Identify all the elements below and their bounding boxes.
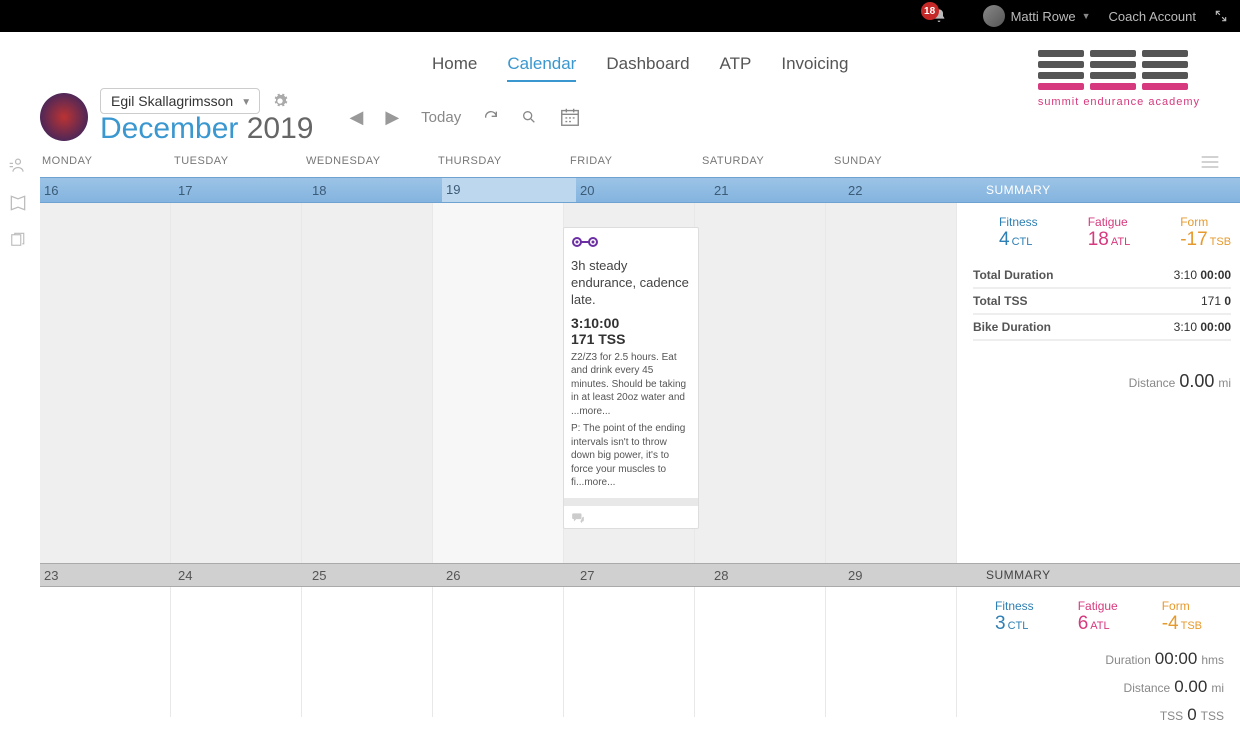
fatigue-metric: Fatigue 6ATL — [1078, 599, 1118, 635]
library-icon[interactable] — [8, 193, 28, 213]
day-cell[interactable] — [695, 587, 826, 717]
fitness-metric: Fitness 4CTL — [999, 215, 1038, 251]
day-cell[interactable] — [433, 587, 564, 717]
workout-progress-bar — [564, 498, 698, 506]
menu-icon[interactable] — [1200, 155, 1220, 169]
day-num[interactable]: 27 — [576, 568, 710, 583]
workout-desc-1: Z2/Z3 for 2.5 hours. Eat and drink every… — [571, 351, 691, 419]
form-metric: Form -4TSB — [1162, 599, 1202, 635]
week-1-body: Fitness 4CTL Fatigue 18ATL Form -17TSB T… — [40, 203, 1240, 563]
week-row-1-header: 16 17 18 19 20 21 22 SUMMARY — [40, 177, 1240, 203]
athlete-avatar[interactable] — [40, 93, 88, 141]
tss-line: TSS0TSS — [973, 701, 1224, 729]
total-duration-line: Total Duration3:10 00:00 — [973, 263, 1231, 289]
left-sidebar — [0, 155, 36, 251]
day-cell[interactable] — [826, 203, 957, 563]
day-header: TUESDAY — [172, 155, 304, 177]
athlete-select[interactable]: Egil Skallagrimsson ▼ — [100, 88, 260, 114]
day-cell[interactable] — [695, 203, 826, 563]
day-header-row: MONDAY TUESDAY WEDNESDAY THURSDAY FRIDAY… — [40, 155, 1240, 177]
day-num[interactable]: 29 — [844, 568, 978, 583]
tab-dashboard[interactable]: Dashboard — [606, 54, 689, 82]
workout-title: 3h steady endurance, cadence late. — [571, 258, 691, 309]
day-cell[interactable] — [826, 587, 957, 717]
week-2-body: Fitness 3CTL Fatigue 6ATL Form -4TSB Dur… — [40, 587, 1240, 717]
duration-line: Duration00:00hms — [973, 645, 1224, 673]
athlete-name: Egil Skallagrimsson — [111, 93, 233, 109]
next-icon[interactable]: ▶ — [385, 107, 399, 128]
day-num[interactable]: 23 — [40, 568, 174, 583]
calendar-icon[interactable] — [559, 106, 581, 128]
week-summary-panel: Fitness 4CTL Fatigue 18ATL Form -17TSB T… — [957, 203, 1240, 563]
workout-tss: 171 TSS — [571, 331, 691, 347]
week-summary-label: SUMMARY — [978, 568, 1240, 582]
day-cell[interactable] — [302, 587, 433, 717]
week-summary-panel: Fitness 3CTL Fatigue 6ATL Form -4TSB Dur… — [957, 587, 1240, 717]
month-title: December 2019 — [100, 112, 313, 146]
tab-invoicing[interactable]: Invoicing — [781, 54, 848, 82]
tab-atp[interactable]: ATP — [720, 54, 752, 82]
calendar-header: Egil Skallagrimsson ▼ December 2019 ◀ ▶ … — [0, 88, 1240, 146]
distance-line: Distance0.00mi — [973, 371, 1231, 392]
notification-bell[interactable]: 18 — [931, 8, 947, 24]
day-cell[interactable] — [40, 203, 171, 563]
gear-icon[interactable] — [270, 91, 290, 111]
athletes-icon[interactable] — [8, 155, 28, 175]
tab-home[interactable]: Home — [432, 54, 477, 82]
tab-calendar[interactable]: Calendar — [507, 54, 576, 82]
day-cell[interactable] — [564, 587, 695, 717]
notification-badge: 18 — [921, 2, 939, 20]
day-num[interactable]: 18 — [308, 183, 442, 198]
day-num[interactable]: 24 — [174, 568, 308, 583]
day-num-today[interactable]: 19 — [442, 178, 576, 202]
day-header: SUNDAY — [832, 155, 964, 177]
calendar-grid: MONDAY TUESDAY WEDNESDAY THURSDAY FRIDAY… — [40, 155, 1240, 717]
day-num[interactable]: 20 — [576, 183, 710, 198]
workout-card[interactable]: 3h steady endurance, cadence late. 3:10:… — [563, 227, 699, 529]
day-num[interactable]: 16 — [40, 183, 174, 198]
search-icon[interactable] — [521, 109, 537, 125]
day-cell[interactable] — [302, 203, 433, 563]
bike-icon — [571, 236, 599, 248]
account-type[interactable]: Coach Account — [1109, 9, 1196, 24]
user-name: Matti Rowe — [1011, 9, 1076, 24]
workout-desc-2: P: The point of the ending intervals isn… — [571, 422, 691, 490]
form-metric: Form -17TSB — [1180, 215, 1231, 251]
day-header: FRIDAY — [568, 155, 700, 177]
distance-line: Distance0.00mi — [973, 673, 1224, 701]
day-cell[interactable] — [40, 587, 171, 717]
day-cell[interactable] — [171, 587, 302, 717]
day-num[interactable]: 22 — [844, 183, 978, 198]
user-menu[interactable]: Matti Rowe ▼ — [983, 5, 1091, 27]
week-row-2-header: 23 24 25 26 27 28 29 SUMMARY — [40, 563, 1240, 587]
day-cell-today[interactable] — [433, 203, 564, 563]
day-num[interactable]: 17 — [174, 183, 308, 198]
day-cell[interactable] — [171, 203, 302, 563]
bike-duration-line: Bike Duration3:10 00:00 — [973, 315, 1231, 341]
fitness-metric: Fitness 3CTL — [995, 599, 1034, 635]
comment-icon[interactable] — [571, 506, 691, 524]
refresh-icon[interactable] — [483, 109, 499, 125]
total-tss-line: Total TSS171 0 — [973, 289, 1231, 315]
prev-icon[interactable]: ◀ — [349, 107, 363, 128]
workout-time: 3:10:00 — [571, 315, 691, 331]
avatar — [983, 5, 1005, 27]
fatigue-metric: Fatigue 18ATL — [1088, 215, 1131, 251]
today-button[interactable]: Today — [421, 109, 461, 126]
day-header: WEDNESDAY — [304, 155, 436, 177]
day-num[interactable]: 26 — [442, 568, 576, 583]
week-summary-label: SUMMARY — [978, 183, 1240, 197]
top-bar: 18 Matti Rowe ▼ Coach Account — [0, 0, 1240, 32]
day-num[interactable]: 21 — [710, 183, 844, 198]
day-header: THURSDAY — [436, 155, 568, 177]
expand-icon[interactable] — [1214, 9, 1228, 23]
day-header: MONDAY — [40, 155, 172, 177]
day-num[interactable]: 28 — [710, 568, 844, 583]
day-header: SATURDAY — [700, 155, 832, 177]
copy-icon[interactable] — [8, 231, 28, 251]
day-num[interactable]: 25 — [308, 568, 442, 583]
